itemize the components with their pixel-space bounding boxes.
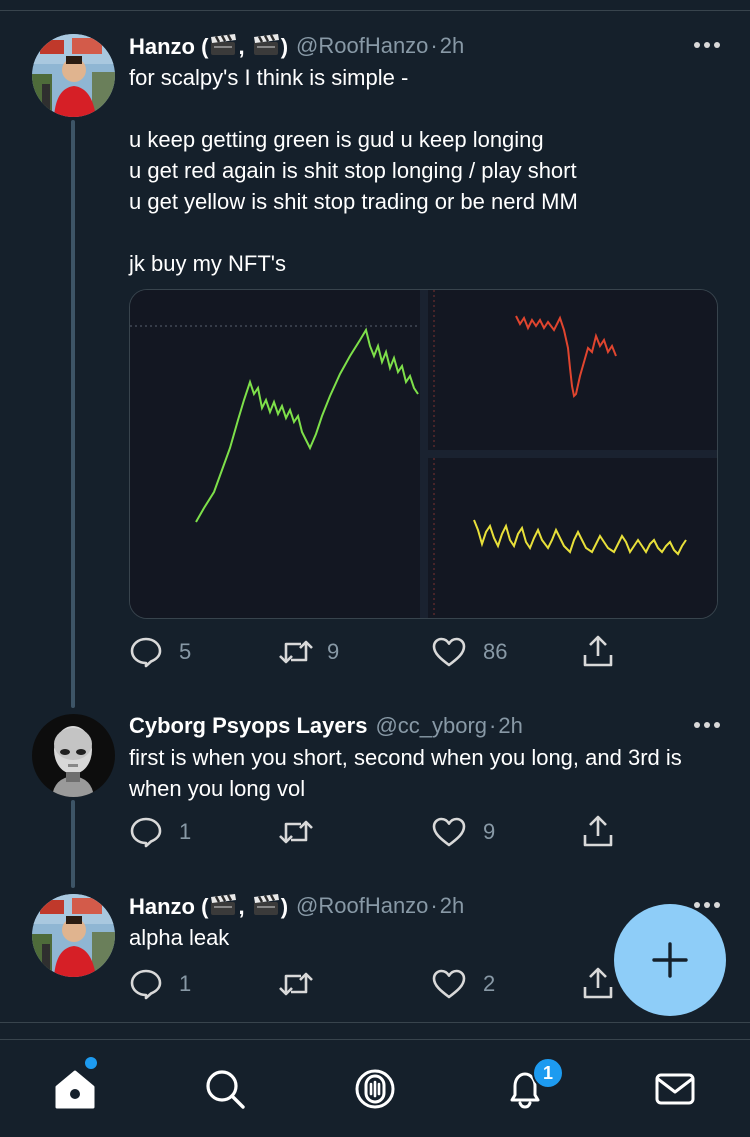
- tweet-header: Cyborg Psyops Layers @cc_yborg · 2h: [129, 710, 720, 742]
- home-new-indicator: [85, 1057, 97, 1069]
- separator-dot: ·: [430, 893, 438, 918]
- heart-icon: [432, 637, 466, 667]
- retweet-icon: [279, 820, 313, 844]
- timestamp[interactable]: 2h: [440, 893, 464, 919]
- timeline-screen: Hanzo ( , ) @RoofHanzo · 2h for scalpy's…: [0, 0, 750, 1137]
- home-icon: [55, 1070, 95, 1109]
- retweet-button[interactable]: 9: [277, 634, 339, 670]
- avatar[interactable]: [32, 34, 115, 117]
- retweet-icon: [279, 640, 313, 664]
- like-count: 9: [483, 819, 496, 844]
- search-icon: [206, 1070, 245, 1109]
- retweet-count: 9: [327, 639, 340, 664]
- bottom-tab-bar: [0, 1040, 750, 1137]
- reply-button[interactable]: 5: [129, 634, 191, 670]
- clapper-board-icon: [211, 33, 237, 55]
- tweet-text: first is when you short, second when you…: [129, 745, 682, 801]
- share-button[interactable]: [581, 966, 615, 1002]
- like-count: 86: [483, 639, 508, 664]
- timestamp[interactable]: 2h: [440, 33, 464, 59]
- like-button[interactable]: 86: [431, 634, 507, 670]
- retweet-icon: [279, 972, 313, 996]
- like-count: 2: [483, 971, 496, 996]
- heart-icon: [432, 969, 466, 999]
- retweet-button[interactable]: [277, 814, 331, 850]
- more-icon[interactable]: [680, 710, 720, 740]
- reply-button[interactable]: 1: [129, 966, 191, 1002]
- tweet-actions: 1 9: [129, 814, 629, 850]
- tweet-header: Hanzo ( , ) @RoofHanzo · 2h: [129, 30, 720, 62]
- tab-search[interactable]: [200, 1064, 250, 1114]
- top-divider: [0, 10, 750, 11]
- tab-spaces[interactable]: [350, 1064, 400, 1114]
- display-name[interactable]: Hanzo ( , ): [129, 33, 288, 60]
- notifications-badge: 1: [532, 1057, 564, 1089]
- like-button[interactable]: 9: [431, 814, 495, 850]
- display-name[interactable]: Cyborg Psyops Layers: [129, 713, 367, 739]
- clapper-board-icon: [253, 33, 279, 55]
- tweet-image[interactable]: [129, 289, 718, 619]
- timeline-end-divider: [0, 1022, 750, 1023]
- tab-messages[interactable]: [650, 1064, 700, 1114]
- share-icon: [583, 635, 613, 667]
- reply-icon: [130, 817, 162, 848]
- spaces-icon: [355, 1069, 395, 1109]
- separator-dot: ·: [489, 713, 497, 738]
- reply-count: 1: [179, 819, 192, 844]
- tab-home[interactable]: [50, 1064, 100, 1114]
- separator-dot: ·: [430, 33, 438, 58]
- tweet-actions: 5 9 86: [129, 634, 629, 670]
- avatar[interactable]: [32, 894, 115, 977]
- like-button[interactable]: 2: [431, 966, 495, 1002]
- avatar[interactable]: [32, 714, 115, 797]
- handle[interactable]: @RoofHanzo: [296, 893, 428, 919]
- display-name[interactable]: Hanzo ( , ): [129, 893, 288, 920]
- share-button[interactable]: [581, 814, 615, 850]
- share-icon: [583, 815, 613, 847]
- reply-button[interactable]: 1: [129, 814, 191, 850]
- reply-icon: [130, 637, 162, 668]
- share-icon: [583, 967, 613, 999]
- handle[interactable]: @cc_yborg: [375, 713, 487, 739]
- chart-screenshot-image: [130, 290, 717, 618]
- reply-count: 1: [179, 971, 192, 996]
- timestamp[interactable]: 2h: [498, 713, 522, 739]
- tweet-actions: 1 2: [129, 966, 629, 1002]
- handle[interactable]: @RoofHanzo: [296, 33, 428, 59]
- plus-icon: [652, 942, 688, 978]
- mail-icon: [655, 1073, 695, 1105]
- heart-icon: [432, 817, 466, 847]
- clapper-board-icon: [253, 893, 279, 915]
- share-button[interactable]: [581, 634, 615, 670]
- reply-count: 5: [179, 639, 192, 664]
- tweet-text: for scalpy's I think is simple - u keep …: [129, 65, 578, 276]
- reply-icon: [130, 969, 162, 1000]
- clapper-board-icon: [211, 893, 237, 915]
- retweet-button[interactable]: [277, 966, 331, 1002]
- compose-tweet-button[interactable]: [614, 904, 726, 1016]
- more-icon[interactable]: [680, 30, 720, 60]
- tweet[interactable]: Hanzo ( , ) @RoofHanzo · 2h: [0, 30, 750, 690]
- tweet-header: Hanzo ( , ) @RoofHanzo · 2h: [129, 890, 720, 922]
